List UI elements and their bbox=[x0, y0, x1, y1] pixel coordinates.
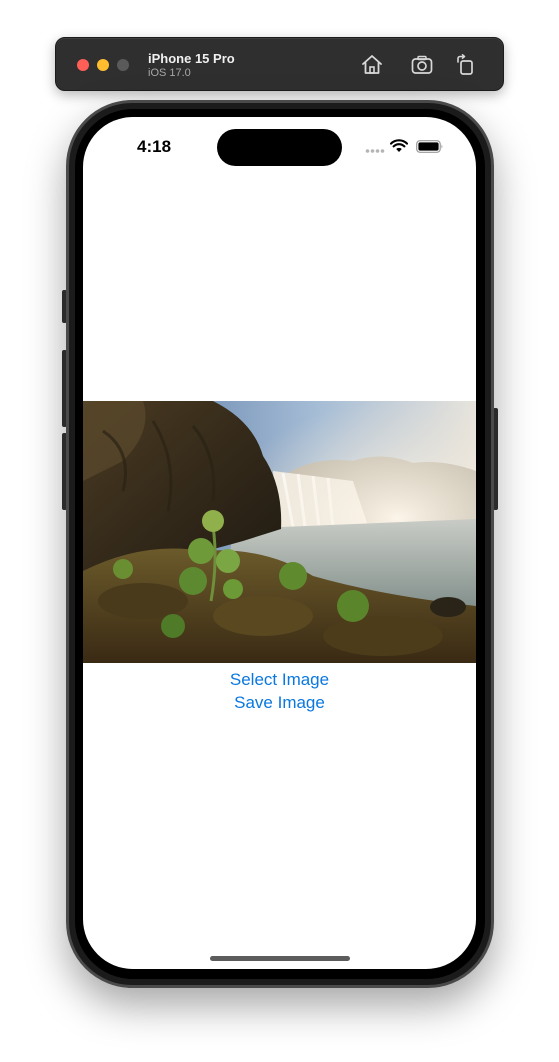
screenshot-button[interactable] bbox=[410, 53, 434, 77]
home-button[interactable] bbox=[360, 53, 384, 77]
rotate-button[interactable] bbox=[454, 53, 478, 77]
waterfall-photo bbox=[83, 401, 476, 663]
battery-icon bbox=[416, 140, 443, 153]
close-window-button[interactable] bbox=[77, 59, 89, 71]
zoom-window-button[interactable] bbox=[117, 59, 129, 71]
save-image-button[interactable]: Save Image bbox=[83, 693, 476, 713]
status-time: 4:18 bbox=[137, 137, 172, 156]
simulator-toolbar: iPhone 15 Pro iOS 17.0 bbox=[55, 37, 504, 91]
selected-image bbox=[83, 401, 476, 663]
wifi-icon bbox=[390, 139, 408, 152]
dynamic-island bbox=[217, 129, 342, 166]
signal-dots-icon bbox=[365, 149, 385, 153]
screenshot-icon bbox=[411, 55, 433, 74]
select-image-button[interactable]: Select Image bbox=[83, 670, 476, 690]
os-version: iOS 17.0 bbox=[148, 67, 191, 79]
home-icon bbox=[362, 55, 382, 74]
home-indicator[interactable] bbox=[210, 956, 350, 961]
device-name: iPhone 15 Pro bbox=[148, 51, 235, 66]
minimize-window-button[interactable] bbox=[97, 59, 109, 71]
phone-screen: 4:18 Select Image Save Image bbox=[83, 117, 476, 969]
rotate-icon bbox=[457, 54, 473, 75]
